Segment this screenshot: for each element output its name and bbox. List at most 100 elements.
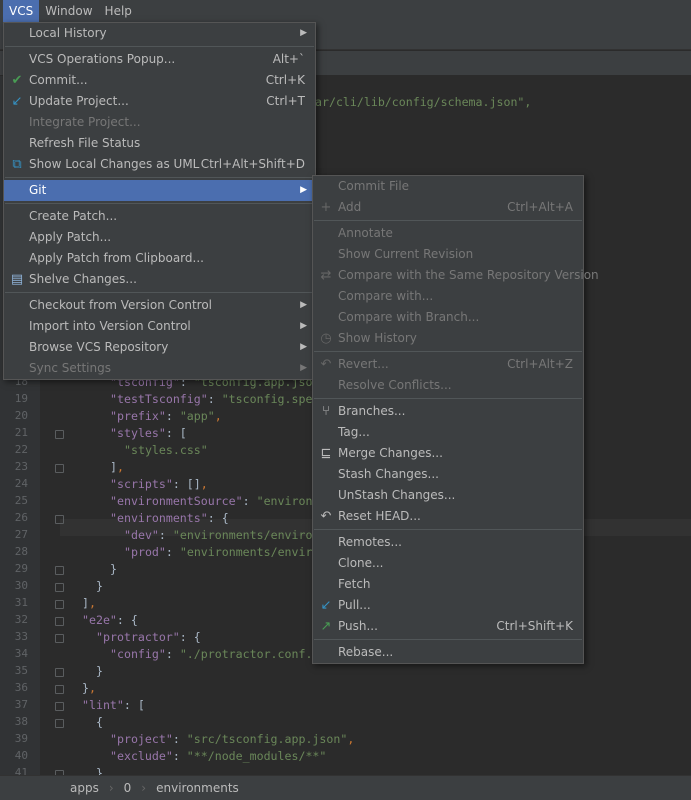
- menu-item-vcs-operations-popup[interactable]: VCS Operations Popup... Alt+`: [4, 49, 315, 70]
- menu-item-label: Annotate: [338, 226, 393, 240]
- menu-item-show-current-revision: Show Current Revision: [313, 244, 583, 265]
- menu-item-shelve-changes[interactable]: ▤ Shelve Changes...: [4, 269, 315, 290]
- breadcrumb-item[interactable]: 0: [124, 781, 132, 795]
- menu-item-tag[interactable]: Tag...: [313, 422, 583, 443]
- shortcut-label: Ctrl+Alt+Shift+D: [200, 157, 305, 171]
- fold-marker-icon[interactable]: [55, 515, 64, 524]
- code-line: "project": "src/tsconfig.app.json",: [110, 732, 355, 746]
- menu-item-annotate: Annotate: [313, 223, 583, 244]
- submenu-arrow-icon: ▶: [300, 342, 307, 352]
- shortcut-label: Ctrl+K: [265, 73, 305, 87]
- fold-marker-icon[interactable]: [55, 617, 64, 626]
- fold-marker-icon[interactable]: [55, 566, 64, 575]
- menu-item-push[interactable]: ↗ Push... Ctrl+Shift+K: [313, 616, 583, 637]
- menu-item-local-history[interactable]: Local History ▶: [4, 23, 315, 44]
- menu-item-label: Local History: [29, 26, 107, 40]
- menu-item-label: VCS Operations Popup...: [29, 52, 176, 66]
- menu-item-label: Rebase...: [338, 645, 394, 659]
- menu-item-label: Reset HEAD...: [338, 509, 421, 523]
- submenu-arrow-icon: ▶: [300, 321, 307, 331]
- menu-item-remotes[interactable]: Remotes...: [313, 532, 583, 553]
- fold-marker-icon[interactable]: [55, 430, 64, 439]
- menu-item-label: Refresh File Status: [29, 136, 141, 150]
- menu-help[interactable]: Help: [99, 0, 138, 22]
- menu-vcs[interactable]: VCS: [3, 0, 40, 22]
- code-line: }: [96, 664, 103, 678]
- menu-item-apply-patch-from-clipboard[interactable]: Apply Patch from Clipboard...: [4, 248, 315, 269]
- menu-item-checkout-from-version-control[interactable]: Checkout from Version Control ▶: [4, 295, 315, 316]
- fold-marker-icon[interactable]: [55, 634, 64, 643]
- breadcrumb-item[interactable]: environments: [156, 781, 239, 795]
- shortcut-label: Alt+`: [272, 52, 305, 66]
- git-submenu: Commit File + Add Ctrl+Alt+A Annotate Show Cu…: [312, 175, 599, 664]
- fold-marker-icon[interactable]: [55, 719, 64, 728]
- menu-item-label: Create Patch...: [29, 209, 118, 223]
- code-line: ],: [110, 460, 124, 474]
- line-number: 31: [14, 596, 28, 609]
- menu-item-browse-vcs-repository[interactable]: Browse VCS Repository ▶: [4, 337, 315, 358]
- menu-item-integrate-project: Integrate Project...: [4, 112, 315, 133]
- submenu-arrow-icon: ▶: [300, 300, 307, 310]
- menu-item-apply-patch[interactable]: Apply Patch...: [4, 227, 315, 248]
- menu-separator: [314, 398, 582, 399]
- menu-item-pull[interactable]: ↙ Pull...: [313, 595, 583, 616]
- menu-item-compare-with-branch: Compare with Branch...: [313, 307, 583, 328]
- menu-item-rebase[interactable]: Rebase...: [313, 642, 583, 663]
- line-number: 40: [14, 749, 28, 762]
- menu-item-label: Apply Patch...: [29, 230, 112, 244]
- menu-item-label: Compare with Branch...: [338, 310, 480, 324]
- menu-item-unstash-changes[interactable]: UnStash Changes...: [313, 485, 583, 506]
- code-line: "styles.css": [124, 443, 208, 457]
- menu-item-label: Commit...: [29, 73, 88, 87]
- chevron-right-icon: ›: [141, 781, 147, 795]
- line-number: 25: [14, 494, 28, 507]
- fold-marker-icon[interactable]: [55, 668, 64, 677]
- menu-item-fetch[interactable]: Fetch: [313, 574, 583, 595]
- shelve-icon: ▤: [10, 272, 24, 287]
- fold-marker-icon[interactable]: [55, 702, 64, 711]
- menu-item-branches[interactable]: ⑂ Branches...: [313, 401, 583, 422]
- menu-item-label: Push...: [338, 619, 378, 633]
- menu-item-merge-changes[interactable]: ⊑ Merge Changes...: [313, 443, 583, 464]
- code-line: "config": "./protractor.conf.js": [110, 647, 334, 661]
- menu-item-update-project[interactable]: ↙ Update Project... Ctrl+T: [4, 91, 315, 112]
- menu-item-revert: ↶ Revert... Ctrl+Alt+Z: [313, 354, 583, 375]
- breadcrumb-item[interactable]: apps: [70, 781, 99, 795]
- menu-item-add: + Add Ctrl+Alt+A: [313, 197, 583, 218]
- menu-item-label: Revert...: [338, 357, 389, 371]
- menu-item-sync-settings: Sync Settings ▶: [4, 358, 315, 379]
- menu-item-show-local-changes-as-uml[interactable]: ⧉ Show Local Changes as UML Ctrl+Alt+Shift…: [4, 154, 315, 175]
- menu-window[interactable]: Window: [39, 0, 98, 22]
- code-line: }: [96, 579, 103, 593]
- menu-item-compare-with: Compare with...: [313, 286, 583, 307]
- reset-icon: ↶: [320, 509, 332, 524]
- menu-item-label: Sync Settings: [29, 361, 111, 375]
- menu-item-refresh-file-status[interactable]: Refresh File Status: [4, 133, 315, 154]
- line-number: 39: [14, 732, 28, 745]
- menu-item-label: Import into Version Control: [29, 319, 191, 333]
- fold-marker-icon[interactable]: [55, 464, 64, 473]
- uml-icon: ⧉: [12, 157, 22, 172]
- line-number: 28: [14, 545, 28, 558]
- line-number: 23: [14, 460, 28, 473]
- menu-item-reset-head[interactable]: ↶ Reset HEAD...: [313, 506, 583, 527]
- menu-item-label: Git: [29, 183, 47, 197]
- fold-marker-icon[interactable]: [55, 600, 64, 609]
- menu-item-create-patch[interactable]: Create Patch...: [4, 206, 315, 227]
- menu-item-label: Tag...: [338, 425, 370, 439]
- menu-item-stash-changes[interactable]: Stash Changes...: [313, 464, 583, 485]
- vcs-menu: Local History ▶ VCS Operations Popup... Alt…: [3, 22, 316, 380]
- code-line: "scripts": [],: [110, 477, 208, 491]
- code-line-fragment: ar/cli/lib/config/schema.json",: [315, 95, 531, 109]
- menu-item-git[interactable]: Git ▶: [4, 180, 315, 201]
- menu-item-label: Apply Patch from Clipboard...: [29, 251, 204, 265]
- line-number: 21: [14, 426, 28, 439]
- menu-item-import-into-version-control[interactable]: Import into Version Control ▶: [4, 316, 315, 337]
- menu-item-label: Show History: [338, 331, 417, 345]
- code-line: ],: [82, 596, 96, 610]
- fold-marker-icon[interactable]: [55, 685, 64, 694]
- fold-marker-icon[interactable]: [55, 583, 64, 592]
- line-number: 30: [14, 579, 28, 592]
- menu-item-commit[interactable]: ✔ Commit... Ctrl+K: [4, 70, 315, 91]
- menu-item-clone[interactable]: Clone...: [313, 553, 583, 574]
